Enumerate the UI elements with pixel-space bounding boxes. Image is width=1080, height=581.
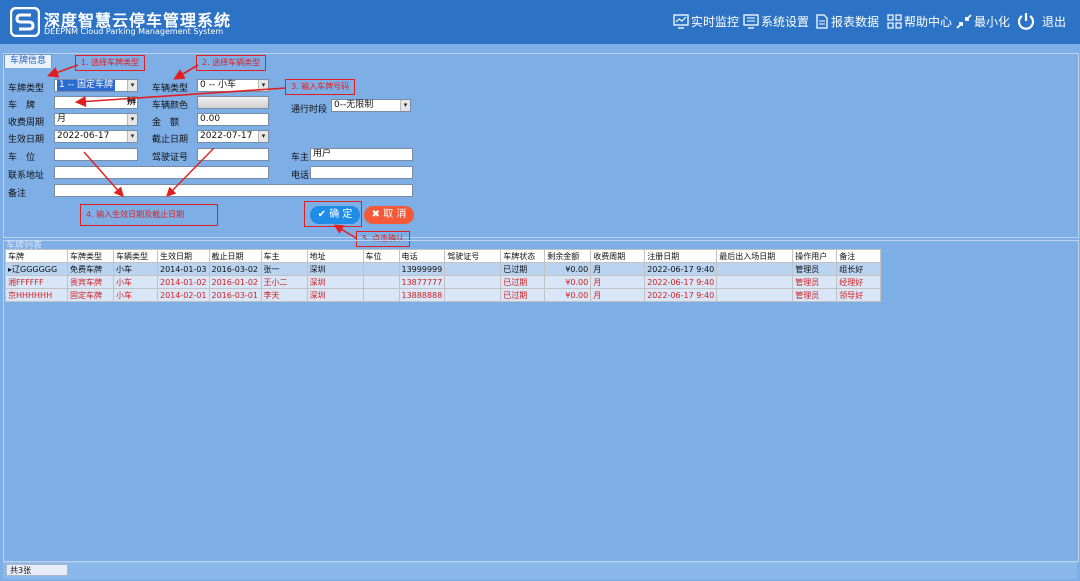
- table-cell: 小车: [113, 262, 158, 276]
- column-header[interactable]: 收费周期: [590, 249, 646, 263]
- table-cell: 月: [590, 275, 646, 289]
- table-cell: 深圳: [306, 275, 364, 289]
- table-cell: 管理员: [792, 288, 838, 302]
- table-cell: [362, 288, 400, 302]
- column-header[interactable]: 地址: [306, 249, 364, 263]
- table-cell: 2016-01-02: [208, 275, 262, 289]
- table-cell: [716, 262, 794, 276]
- table-cell: 2014-02-01: [157, 288, 210, 302]
- column-header[interactable]: 备注: [836, 249, 882, 263]
- table-cell: 贵宾车牌: [67, 275, 114, 289]
- column-header[interactable]: 剩余金额: [544, 249, 592, 263]
- table-cell: ▸辽GGGGGG: [5, 262, 68, 276]
- table-cell: 2022-06-17 9:40: [644, 288, 718, 302]
- table-cell: 2022-06-17 9:40: [644, 262, 718, 276]
- table-cell: [362, 262, 400, 276]
- table-cell: 深圳: [306, 288, 364, 302]
- table-cell: 2016-03-02: [208, 262, 262, 276]
- table-cell: 管理员: [792, 275, 838, 289]
- table-cell: 小车: [113, 288, 158, 302]
- table-cell: 深圳: [306, 262, 364, 276]
- table-cell: 张一: [260, 262, 308, 276]
- table-cell: [444, 288, 502, 302]
- plate-table: 车牌 车牌类型 车辆类型 生效日期 截止日期 车主 地址 车位 电话 驾驶证号 车牌状态 剩余金额 收费…: [5, 249, 882, 302]
- table-cell: 管理员: [792, 262, 838, 276]
- table-cell: 组长好: [836, 262, 882, 276]
- table-cell: [362, 275, 400, 289]
- table-cell: ¥0.00: [544, 262, 592, 276]
- column-header[interactable]: 生效日期: [157, 249, 210, 263]
- status-count: 共3张: [6, 564, 68, 576]
- table-cell: 已过期: [500, 262, 546, 276]
- table-cell: 已过期: [500, 275, 546, 289]
- column-header[interactable]: 车牌类型: [67, 249, 114, 263]
- table-cell: [716, 288, 794, 302]
- table-cell: 湘FFFFFF: [5, 275, 68, 289]
- table-cell: 已过期: [500, 288, 546, 302]
- table-cell: ¥0.00: [544, 288, 592, 302]
- column-header[interactable]: 车牌: [5, 249, 68, 263]
- table-cell: [444, 275, 502, 289]
- table-cell: 13877777: [398, 275, 446, 289]
- table-cell: 13888888: [398, 288, 446, 302]
- table-cell: 13999999: [398, 262, 446, 276]
- table-cell: 2022-06-17 9:40: [644, 275, 718, 289]
- table-cell: 王小二: [260, 275, 308, 289]
- table-cell: 2014-01-03: [157, 262, 210, 276]
- table-row[interactable]: ▸辽GGGGGG 免费车牌 小车 2014-01-03 2016-03-02 张一 深圳 13…: [5, 262, 882, 276]
- table-cell: 2014-01-02: [157, 275, 210, 289]
- table-row[interactable]: 湘FFFFFF 贵宾车牌 小车 2014-01-02 2016-01-02 王小二 深圳 13…: [5, 275, 882, 289]
- table-cell: [444, 262, 502, 276]
- table-cell: 李天: [260, 288, 308, 302]
- table-cell: 领导好: [836, 288, 882, 302]
- table-cell: 月: [590, 288, 646, 302]
- column-header[interactable]: 车辆类型: [113, 249, 158, 263]
- table-row[interactable]: 京HHHHHH 固定车牌 小车 2014-02-01 2016-03-01 李天 深圳 138…: [5, 288, 882, 302]
- table-header-row: 车牌 车牌类型 车辆类型 生效日期 截止日期 车主 地址 车位 电话 驾驶证号 车牌状态 剩余金额 收费…: [5, 249, 882, 263]
- table-cell: 月: [590, 262, 646, 276]
- table-cell: 2016-03-01: [208, 288, 262, 302]
- status-bar: [3, 562, 1077, 579]
- table-cell: 固定车牌: [67, 288, 114, 302]
- table-cell: [716, 275, 794, 289]
- column-header[interactable]: 车位: [362, 249, 400, 263]
- table-cell: 京HHHHHH: [5, 288, 68, 302]
- column-header[interactable]: 电话: [398, 249, 446, 263]
- column-header[interactable]: 车主: [260, 249, 308, 263]
- table-cell: 小车: [113, 275, 158, 289]
- column-header[interactable]: 注册日期: [644, 249, 718, 263]
- column-header[interactable]: 操作用户: [792, 249, 838, 263]
- row-plate-value: 辽GGGGGG: [12, 264, 58, 274]
- table-cell: 经理好: [836, 275, 882, 289]
- table-cell: 免费车牌: [67, 262, 114, 276]
- column-header[interactable]: 驾驶证号: [444, 249, 502, 263]
- column-header[interactable]: 最后出入场日期: [716, 249, 794, 263]
- column-header[interactable]: 车牌状态: [500, 249, 546, 263]
- table-cell: ¥0.00: [544, 275, 592, 289]
- column-header[interactable]: 截止日期: [208, 249, 262, 263]
